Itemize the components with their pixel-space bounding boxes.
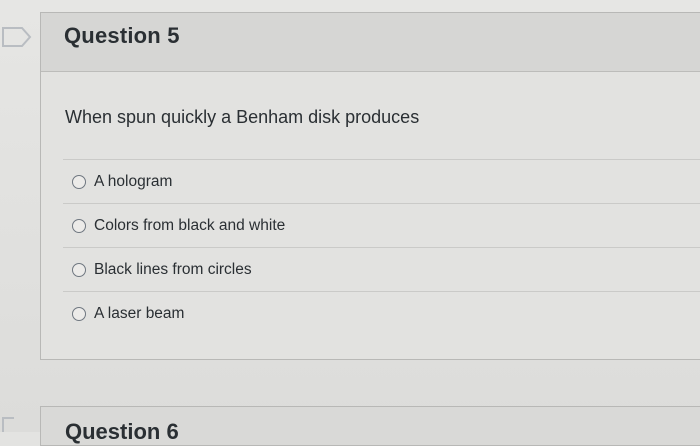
question-text: When spun quickly a Benham disk produces	[65, 107, 420, 127]
answer-list: A hologram Colors from black and white B…	[63, 159, 700, 335]
radio-button-icon[interactable]	[72, 218, 86, 233]
question-header: Question 5	[41, 13, 700, 72]
next-question-title: Question 6	[65, 419, 179, 444]
answer-option[interactable]: A hologram	[63, 159, 700, 203]
answer-option[interactable]: Colors from black and white	[63, 203, 700, 247]
answer-option[interactable]: Black lines from circles	[63, 247, 700, 291]
bookmark-flag-icon[interactable]	[2, 26, 32, 48]
quiz-page: Question 5 When spun quickly a Benham di…	[0, 0, 700, 446]
radio-button-icon[interactable]	[72, 174, 86, 189]
radio-button-icon[interactable]	[72, 306, 86, 321]
answer-option[interactable]: A laser beam	[63, 291, 700, 335]
next-question-card: Question 6	[40, 406, 700, 446]
radio-button-icon[interactable]	[72, 262, 86, 277]
bookmark-flag-icon[interactable]	[2, 414, 32, 432]
question-title: Question 5	[64, 23, 180, 48]
answer-label: A laser beam	[94, 304, 185, 322]
question-card: Question 5 When spun quickly a Benham di…	[40, 12, 700, 360]
answer-label: A hologram	[94, 172, 173, 190]
answer-label: Black lines from circles	[94, 260, 252, 278]
answer-label: Colors from black and white	[94, 216, 286, 234]
